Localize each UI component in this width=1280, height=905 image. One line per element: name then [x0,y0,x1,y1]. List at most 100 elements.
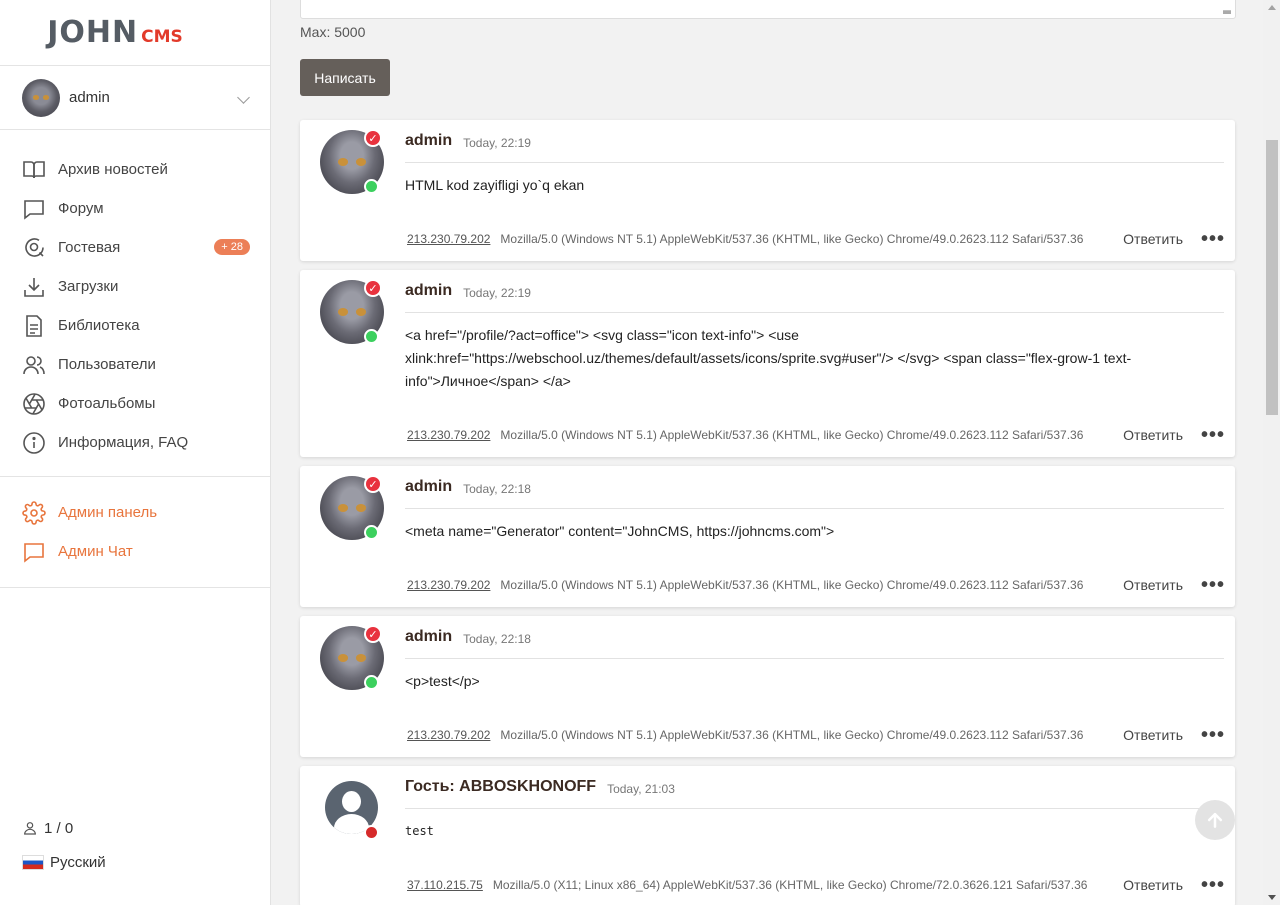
nav-label: Фотоальбомы [58,395,156,412]
resize-grip-icon[interactable] [1223,6,1231,14]
verified-check-icon: ✓ [364,625,382,643]
nav-label: Админ панель [58,504,158,521]
chat-square-icon [24,542,44,563]
nav-item-news-archive[interactable]: Архив новостей [0,150,270,189]
nav-label: Пользователи [58,356,156,373]
verified-check-icon: ✓ [364,129,382,147]
sidebar-footer: 1 / 0 Русский [22,811,106,879]
reply-button[interactable]: Ответить [1123,231,1183,247]
post-header: admin Today, 22:18 [405,628,1224,659]
online-count: 1 / 0 [44,819,74,837]
user-avatar [22,78,60,117]
post-author[interactable]: admin [405,282,452,300]
offline-status-dot [364,825,379,840]
post-text-line: test [405,824,434,838]
nav-item-admin-panel[interactable]: Админ панель [0,493,270,532]
scroll-down-arrow-icon[interactable] [1268,895,1276,900]
download-icon [24,277,44,297]
arrow-up-icon [1207,812,1223,828]
logo-main-text: JOHN [47,15,139,50]
scroll-to-top-button[interactable] [1195,800,1235,840]
post-text-line: <a href="/profile/?act=office"> <svg cla… [405,327,799,343]
scrollbar-thumb[interactable] [1266,140,1278,415]
user-menu[interactable]: admin [0,66,270,130]
post-footer: 37.110.215.75 Mozilla/5.0 (X11; Linux x8… [407,875,1225,895]
submit-button[interactable]: Написать [300,59,390,96]
reply-button[interactable]: Ответить [1123,877,1183,893]
post-item: ✓ admin Today, 22:19 HTML kod zayifligi … [300,120,1235,261]
post-header: Гость: ABBOSKHONOFF Today, 21:03 [405,778,1224,809]
site-logo[interactable]: JOHN CMS [0,0,270,66]
online-status-dot [364,179,379,194]
nav-item-users[interactable]: Пользователи [0,345,270,384]
post-item: ✓ admin Today, 22:18 <meta name="Generat… [300,466,1235,607]
post-text-line: HTML kod zayifligi yo`q ekan [405,177,585,193]
post-ip-link[interactable]: 213.230.79.202 [407,232,490,246]
post-footer: 213.230.79.202 Mozilla/5.0 (Windows NT 5… [407,229,1225,249]
chevron-down-icon [237,91,250,104]
verified-check-icon: ✓ [364,279,382,297]
online-status-dot [364,329,379,344]
post-item: ✓ admin Today, 22:18 <p>test</p> 213.230… [300,616,1235,757]
nav-item-guestbook[interactable]: Гостевая + 28 [0,228,270,267]
post-body: test [405,820,1155,843]
nav-item-forum[interactable]: Форум [0,189,270,228]
post-author[interactable]: admin [405,478,452,496]
post-text-line: <p>test</p> [405,673,480,689]
russian-flag-icon [22,854,44,870]
post-header: admin Today, 22:18 [405,478,1224,509]
online-status-dot [364,675,379,690]
post-user-agent: Mozilla/5.0 (Windows NT 5.1) AppleWebKit… [500,428,1084,442]
post-author[interactable]: admin [405,628,452,646]
reply-button[interactable]: Ответить [1123,727,1183,743]
scroll-up-arrow-icon[interactable] [1268,5,1276,10]
nav-item-photo-albums[interactable]: Фотоальбомы [0,384,270,423]
post-ip-link[interactable]: 213.230.79.202 [407,728,490,742]
message-textarea[interactable] [300,0,1236,19]
post-item: Гость: ABBOSKHONOFF Today, 21:03 test 37… [300,766,1235,905]
more-options-icon[interactable]: ••• [1201,875,1225,895]
language-switcher[interactable]: Русский [22,845,106,879]
post-time: Today, 22:18 [463,482,531,496]
user-name: admin [69,89,110,106]
sidebar: JOHN CMS admin Архив новостей Форум Гост… [0,0,271,905]
page-scrollbar[interactable] [1263,0,1280,905]
online-counter[interactable]: 1 / 0 [22,811,106,845]
nav-label: Информация, FAQ [58,434,189,451]
gear-icon [22,500,46,525]
post-user-agent: Mozilla/5.0 (X11; Linux x86_64) AppleWeb… [492,878,1088,892]
book-open-icon [23,160,45,178]
users-icon [23,355,45,374]
post-body: <a href="/profile/?act=office"> <svg cla… [405,324,1155,393]
post-ip-link[interactable]: 213.230.79.202 [407,578,490,592]
post-header: admin Today, 22:19 [405,132,1224,163]
post-ip-link[interactable]: 213.230.79.202 [407,428,490,442]
post-time: Today, 21:03 [607,782,675,796]
post-footer: 213.230.79.202 Mozilla/5.0 (Windows NT 5… [407,575,1225,595]
post-body: HTML kod zayifligi yo`q ekan [405,174,1155,197]
more-options-icon[interactable]: ••• [1201,575,1225,595]
nav-item-library[interactable]: Библиотека [0,306,270,345]
post-time: Today, 22:18 [463,632,531,646]
post-user-agent: Mozilla/5.0 (Windows NT 5.1) AppleWebKit… [500,232,1084,246]
reply-button[interactable]: Ответить [1123,577,1183,593]
nav-item-downloads[interactable]: Загрузки [0,267,270,306]
reply-button[interactable]: Ответить [1123,427,1183,443]
post-author[interactable]: admin [405,132,452,150]
main-nav: Архив новостей Форум Гостевая + 28 Загру… [0,130,270,477]
more-options-icon[interactable]: ••• [1201,425,1225,445]
chat-search-icon [25,237,44,257]
nav-item-info-faq[interactable]: Информация, FAQ [0,423,270,462]
nav-item-admin-chat[interactable]: Админ Чат [0,532,270,571]
verified-check-icon: ✓ [364,475,382,493]
nav-label: Загрузки [58,278,119,295]
more-options-icon[interactable]: ••• [1201,229,1225,249]
post-body: <meta name="Generator" content="JohnCMS,… [405,520,1155,543]
nav-label: Библиотека [58,317,140,334]
post-user-agent: Mozilla/5.0 (Windows NT 5.1) AppleWebKit… [500,728,1084,742]
post-body: <p>test</p> [405,670,1155,693]
more-options-icon[interactable]: ••• [1201,725,1225,745]
post-time: Today, 22:19 [463,136,531,150]
nav-label: Админ Чат [58,543,133,560]
post-ip-link[interactable]: 37.110.215.75 [407,878,483,892]
